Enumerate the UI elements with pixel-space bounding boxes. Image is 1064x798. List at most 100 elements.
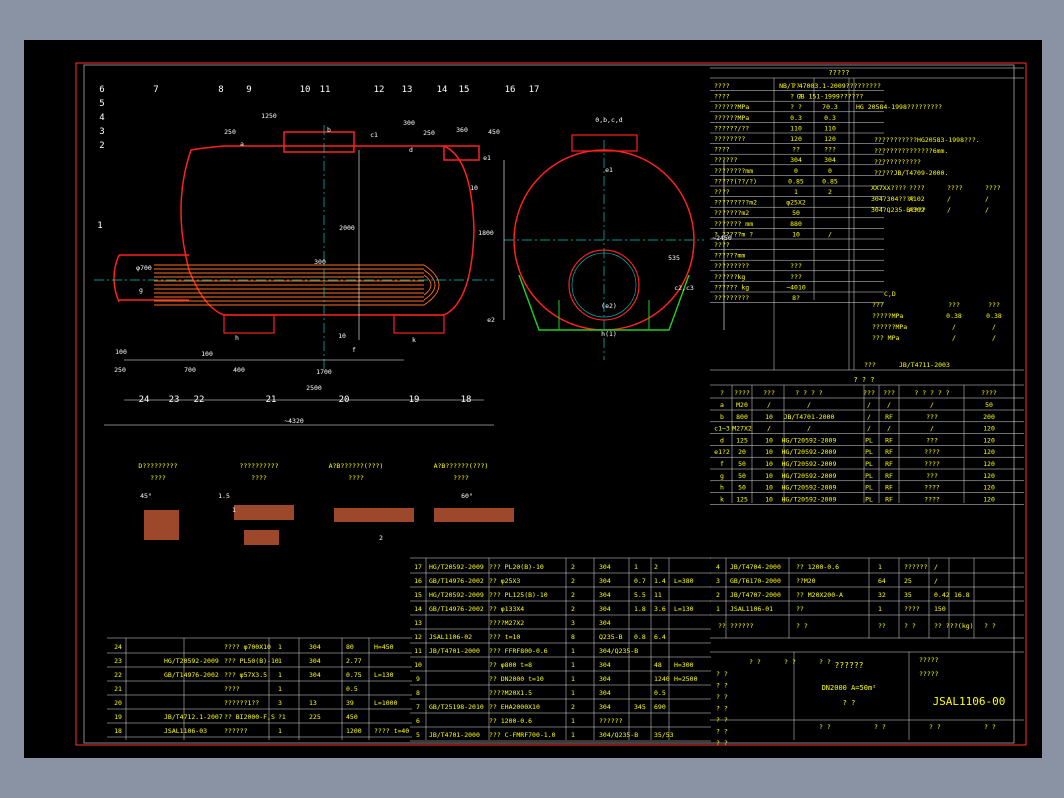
test-cell: 0.38	[946, 312, 962, 320]
dimension-text: 700	[184, 366, 196, 374]
bom-mid-cell: 304	[599, 689, 611, 697]
title-footer: ? ?	[874, 723, 886, 731]
bom-mid-cell: 304	[599, 563, 611, 571]
bom-mid-cell: 304	[599, 675, 611, 683]
bom-left-cell: ???? φ700X10	[224, 643, 271, 651]
design-data-cell: 8?	[792, 294, 800, 302]
design-note: ???????????HG20583-1998???.	[874, 136, 980, 144]
nozzle-cell: M20	[736, 401, 748, 409]
bom-left-cell: ?? BI2000-F,S	[224, 713, 275, 721]
design-data-cell: ?????????	[714, 262, 749, 270]
design-data-cell: 0.85	[822, 177, 838, 185]
sign-header: ? ?	[819, 658, 831, 666]
nozzle-header: ???	[863, 389, 875, 397]
detail-dim: 45°	[140, 492, 152, 500]
balloon-number: 7	[153, 85, 158, 95]
bom-left-cell: 13	[309, 699, 317, 707]
bom-mid-cell: ?? DN2000 t=10	[489, 675, 544, 683]
detail-subtitle: ????	[150, 474, 166, 482]
nozzle-cell: 10	[765, 448, 773, 456]
nozzle-label: h(1)	[601, 330, 617, 338]
bom-right-header: ??	[878, 622, 886, 630]
bom-mid-cell: H=2500	[674, 675, 698, 683]
bom-mid-cell: 12	[414, 633, 422, 641]
material-cell: /	[985, 195, 989, 203]
test-cell: /	[992, 323, 996, 331]
design-data-cell: ?????????m2	[714, 199, 757, 207]
bom-mid-cell: 1.8	[634, 605, 646, 613]
project-label: ?????	[919, 656, 939, 664]
nozzle-cell: /	[867, 425, 871, 433]
bom-mid-cell: 304	[599, 605, 611, 613]
bom-right-cell: 0.42	[934, 591, 950, 599]
bom-left-cell: 0.75	[346, 671, 362, 679]
balloon-number: 1	[97, 221, 102, 231]
balloon-number: 13	[402, 85, 413, 95]
nozzle-cell: RF	[885, 436, 893, 444]
bom-mid-cell: 2	[571, 577, 575, 585]
design-data-cell: 1	[794, 188, 798, 196]
bom-mid-cell: 304	[599, 577, 611, 585]
bom-left-cell: 20	[114, 699, 122, 707]
bom-left-table: 24 ???? φ700X10 1 304 80 H=450 23 HG/T20592-200…	[114, 643, 409, 735]
bom-right-cell: 35	[904, 591, 912, 599]
design-data-cell: ????	[714, 146, 730, 154]
bom-mid-cell: 14	[414, 605, 422, 613]
nozzle-cell: 50	[738, 460, 746, 468]
bom-mid-cell: 11	[654, 591, 662, 599]
nozzle-cell: 125	[736, 436, 748, 444]
detail-title: ??????????	[239, 462, 278, 470]
bom-mid-cell: ????M27X2	[489, 619, 524, 627]
material-cell: /	[947, 195, 951, 203]
nozzle-label: e1	[483, 154, 491, 162]
bom-left-cell: HG/T20592-2009	[164, 657, 219, 665]
inner-frame	[83, 64, 1015, 744]
bom-left-cell: 2.77	[346, 657, 362, 665]
design-data-cell: 120	[824, 135, 836, 143]
bom-left-cell: H=450	[374, 643, 394, 651]
signer-role: ? ?	[716, 705, 728, 713]
material-cell: /	[985, 206, 989, 214]
dimension-text: 100	[201, 350, 213, 358]
bom-right-cell: JB/T4707-2000	[730, 591, 781, 599]
design-data-cell: 0	[794, 167, 798, 175]
design-data-cell: 120	[790, 135, 802, 143]
test-cell: ???	[872, 301, 884, 309]
design-data-cell: ??????kg	[714, 273, 745, 281]
nozzle-cell: c1~3	[714, 425, 730, 433]
bom-right-cell: ??????	[904, 563, 928, 571]
bom-right-header: ??	[718, 622, 726, 630]
nozzle-cell: PL	[865, 495, 873, 503]
dimension-text: 250	[423, 129, 435, 137]
bom-left-cell: JB/T4712.1-2007	[164, 713, 223, 721]
bom-mid-cell: 9	[416, 675, 420, 683]
bom-mid-cell: 7	[416, 703, 420, 711]
bom-left-cell: ???? t=40	[374, 727, 409, 735]
nozzle-cell: k	[720, 495, 724, 503]
design-data-cell: ????	[714, 241, 730, 249]
nozzle-label: h	[235, 334, 239, 342]
bom-right-cell: ??	[796, 605, 804, 613]
design-data-title: ?????	[828, 69, 849, 77]
dimension-text: 1800	[478, 229, 494, 237]
nozzle-cell: 10	[765, 460, 773, 468]
design-data-cell: ?????? kg	[714, 283, 749, 291]
balloon-number: 10	[300, 85, 311, 95]
nozzle-cell: b	[720, 413, 724, 421]
balloon-number: 16	[505, 85, 516, 95]
detail-subtitle: ????	[251, 474, 267, 482]
bom-mid-cell: ??? PL125(B)-10	[489, 591, 548, 599]
design-data-cell: 0.85	[788, 177, 804, 185]
bom-left-cell: ??? PL50(B)-10	[224, 657, 279, 665]
material-cell: ????	[947, 184, 963, 192]
nozzle-cell: RF	[885, 472, 893, 480]
bom-mid-cell: H=300	[674, 661, 694, 669]
bom-right-cell: 1	[878, 563, 882, 571]
design-data-cell: ???????m2	[714, 209, 749, 217]
nozzle-cell: 120	[983, 460, 995, 468]
bom-left-cell: 1	[278, 643, 282, 651]
balloon-number: 22	[194, 395, 205, 405]
nozzle-cell: /	[930, 425, 934, 433]
bom-mid-cell: 6.4	[654, 633, 666, 641]
bom-mid-cell: 304/Q235-B	[599, 647, 638, 655]
